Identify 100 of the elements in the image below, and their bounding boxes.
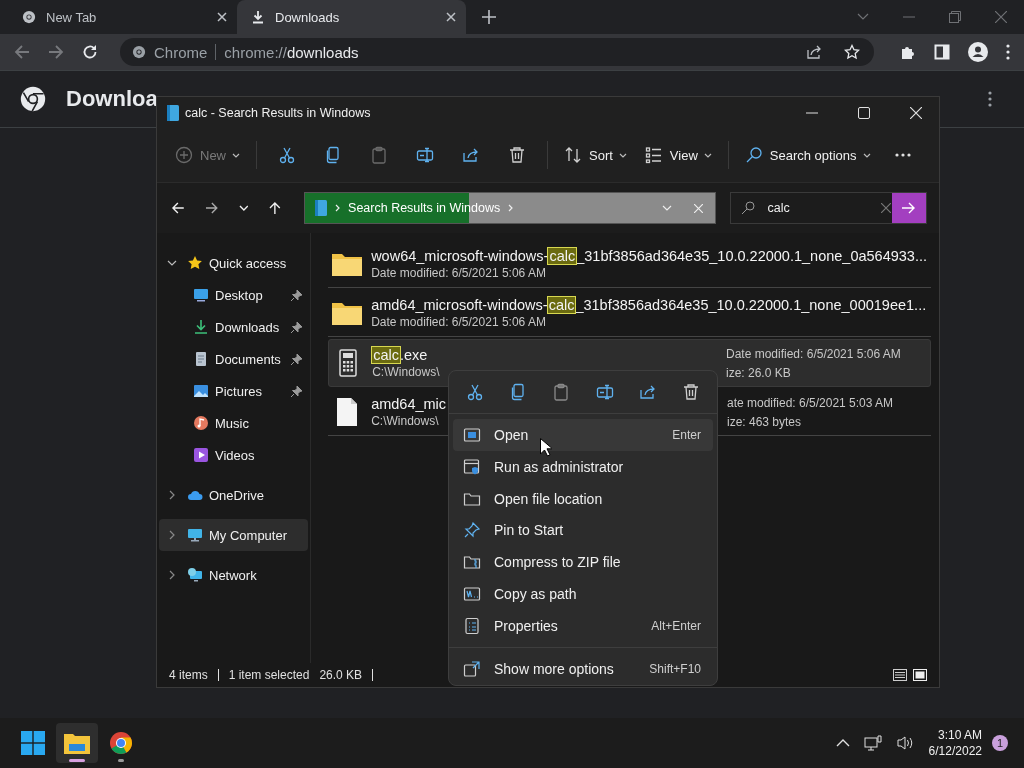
toolbar-button[interactable]: Sort bbox=[556, 137, 635, 173]
chrome-logo-icon bbox=[22, 10, 36, 24]
puzzle-icon[interactable] bbox=[900, 44, 916, 60]
download-icon bbox=[193, 319, 209, 335]
reload-icon[interactable] bbox=[82, 44, 98, 60]
up-icon[interactable] bbox=[268, 201, 283, 215]
restore-icon[interactable] bbox=[949, 11, 961, 23]
menu-icon[interactable] bbox=[1006, 44, 1010, 60]
file-name: amd64_microsoft-windows-calc_31bf3856ad364e35_10.0.22000.1_none_00019ee1... bbox=[371, 297, 927, 313]
browser-tab[interactable]: New Tab bbox=[8, 0, 237, 34]
nav-item[interactable]: My Computer bbox=[159, 519, 309, 551]
download-icon bbox=[251, 10, 265, 24]
menu-icon[interactable] bbox=[988, 91, 992, 107]
status-text: 4 items bbox=[169, 668, 208, 682]
file-detail: Date modified: 6/5/2021 5:06 AM bbox=[371, 266, 547, 280]
nav-item[interactable]: Videos bbox=[159, 439, 309, 471]
network-icon[interactable] bbox=[863, 735, 882, 751]
tiles-view-icon[interactable] bbox=[913, 669, 927, 681]
nav-item[interactable]: Quick access bbox=[159, 247, 309, 279]
search-folder-icon bbox=[167, 104, 179, 121]
monitor-icon bbox=[187, 527, 203, 543]
forward-icon[interactable] bbox=[204, 201, 219, 215]
search-icon bbox=[741, 201, 756, 215]
nav-item[interactable]: Music bbox=[159, 407, 309, 439]
nav-item[interactable]: OneDrive bbox=[159, 479, 309, 511]
expand-icon bbox=[463, 660, 481, 679]
caret-icon bbox=[703, 152, 712, 158]
folder-icon bbox=[64, 732, 90, 754]
file-detail: ize: 26.0 KB bbox=[726, 365, 792, 380]
shortcut-text: Alt+Enter bbox=[651, 619, 701, 634]
file-detail: Date modified: 6/5/2021 5:06 AM bbox=[726, 346, 902, 361]
menu-item[interactable]: Copy as path bbox=[453, 578, 713, 611]
clear-icon[interactable] bbox=[881, 203, 892, 213]
file-detail: Date modified: 6/5/2021 5:06 AM bbox=[371, 315, 547, 329]
menu-item-label: Compress to ZIP file bbox=[494, 554, 621, 571]
new-tab-icon[interactable] bbox=[482, 10, 496, 24]
browser-tab[interactable]: Downloads bbox=[237, 0, 466, 34]
document-icon bbox=[193, 351, 209, 367]
clock-time: 3:10 AM bbox=[937, 727, 982, 743]
nav-item[interactable]: Pictures bbox=[159, 375, 309, 407]
menu-item[interactable]: Show more options Shift+F10 bbox=[453, 653, 713, 685]
menu-item[interactable]: Compress to ZIP file bbox=[453, 546, 713, 579]
magnifier-icon bbox=[744, 146, 763, 164]
plus-circle-icon bbox=[175, 146, 193, 164]
clock[interactable]: 3:10 AM 6/12/2022 bbox=[928, 727, 982, 759]
maximize-icon[interactable] bbox=[858, 106, 870, 119]
menu-item-label: Show more options bbox=[494, 661, 614, 678]
file-row[interactable]: wow64_microsoft-windows-calc_31bf3856ad364e35_10.0.22000.1_none_0a564933... Date modified: 6/5/2021 5:06 AM bbox=[328, 241, 931, 288]
file-row[interactable]: amd64_microsoft-windows-calc_31bf3856ad364e35_10.0.22000.1_none_00019ee1... Date modified: 6/5/2021 5:06 AM bbox=[328, 290, 931, 337]
close-icon[interactable] bbox=[217, 12, 227, 22]
chevron-up-icon[interactable] bbox=[835, 739, 850, 747]
menu-item[interactable]: Open file location bbox=[453, 482, 713, 515]
address-bar[interactable]: Chrome chrome://downloads bbox=[120, 38, 874, 66]
chevron-down-icon[interactable] bbox=[238, 205, 249, 211]
nav-item[interactable]: Network bbox=[159, 559, 309, 591]
clipboard-icon bbox=[370, 146, 388, 164]
caret-icon bbox=[862, 152, 871, 158]
nav-item[interactable]: Downloads bbox=[159, 311, 309, 343]
path-icon bbox=[463, 585, 481, 604]
toolbar-button[interactable]: View bbox=[636, 137, 720, 173]
chevron-down-icon[interactable] bbox=[167, 258, 177, 268]
side-panel-icon[interactable] bbox=[934, 44, 950, 60]
share-icon[interactable] bbox=[806, 44, 822, 60]
status-text: 26.0 KB bbox=[319, 668, 363, 682]
shortcut-text: Enter bbox=[672, 427, 701, 442]
caret-icon bbox=[618, 152, 627, 158]
chevron-right-icon bbox=[335, 204, 341, 212]
copy-icon bbox=[324, 146, 342, 164]
toolbar-button[interactable]: Search options bbox=[736, 137, 879, 173]
search-go-button[interactable] bbox=[892, 193, 926, 223]
site-label: Chrome bbox=[154, 43, 208, 61]
notification-badge[interactable]: 1 bbox=[992, 735, 1008, 751]
file-name: amd64_mic bbox=[371, 396, 448, 412]
search-folder-icon bbox=[315, 200, 328, 216]
tab-title: New Tab bbox=[46, 9, 98, 25]
chevron-right-icon[interactable] bbox=[167, 490, 177, 500]
search-field[interactable]: calc bbox=[730, 192, 927, 224]
taskbar-app[interactable] bbox=[56, 723, 98, 763]
close-icon[interactable] bbox=[446, 12, 456, 22]
menu-item-label: Pin to Start bbox=[494, 522, 564, 539]
details-view-icon[interactable] bbox=[893, 669, 907, 681]
menu-item[interactable]: Pin to Start bbox=[453, 514, 713, 547]
nav-item[interactable]: Documents bbox=[159, 343, 309, 375]
chevron-right-icon[interactable] bbox=[167, 530, 177, 540]
menu-item-label: Open bbox=[494, 426, 529, 443]
file-name: wow64_microsoft-windows-calc_31bf3856ad364e35_10.0.22000.1_none_0a564933... bbox=[371, 248, 927, 264]
profile-icon[interactable] bbox=[968, 42, 988, 62]
search-input[interactable]: calc bbox=[765, 200, 870, 216]
chevron-right-icon[interactable] bbox=[167, 570, 177, 580]
window-icon bbox=[463, 425, 481, 444]
chrome-logo-icon bbox=[132, 45, 146, 59]
file-detail: ize: 463 bytes bbox=[727, 414, 803, 429]
menu-item[interactable]: Run as administrator bbox=[453, 450, 713, 483]
shield-window-icon bbox=[463, 457, 481, 476]
nav-item[interactable]: Desktop bbox=[159, 279, 309, 311]
star-icon[interactable] bbox=[844, 44, 860, 60]
menu-item[interactable]: Open Enter bbox=[453, 418, 713, 451]
volume-icon[interactable] bbox=[895, 735, 914, 751]
menu-item-label: Run as administrator bbox=[494, 458, 624, 475]
menu-item[interactable]: Properties Alt+Enter bbox=[453, 610, 713, 643]
